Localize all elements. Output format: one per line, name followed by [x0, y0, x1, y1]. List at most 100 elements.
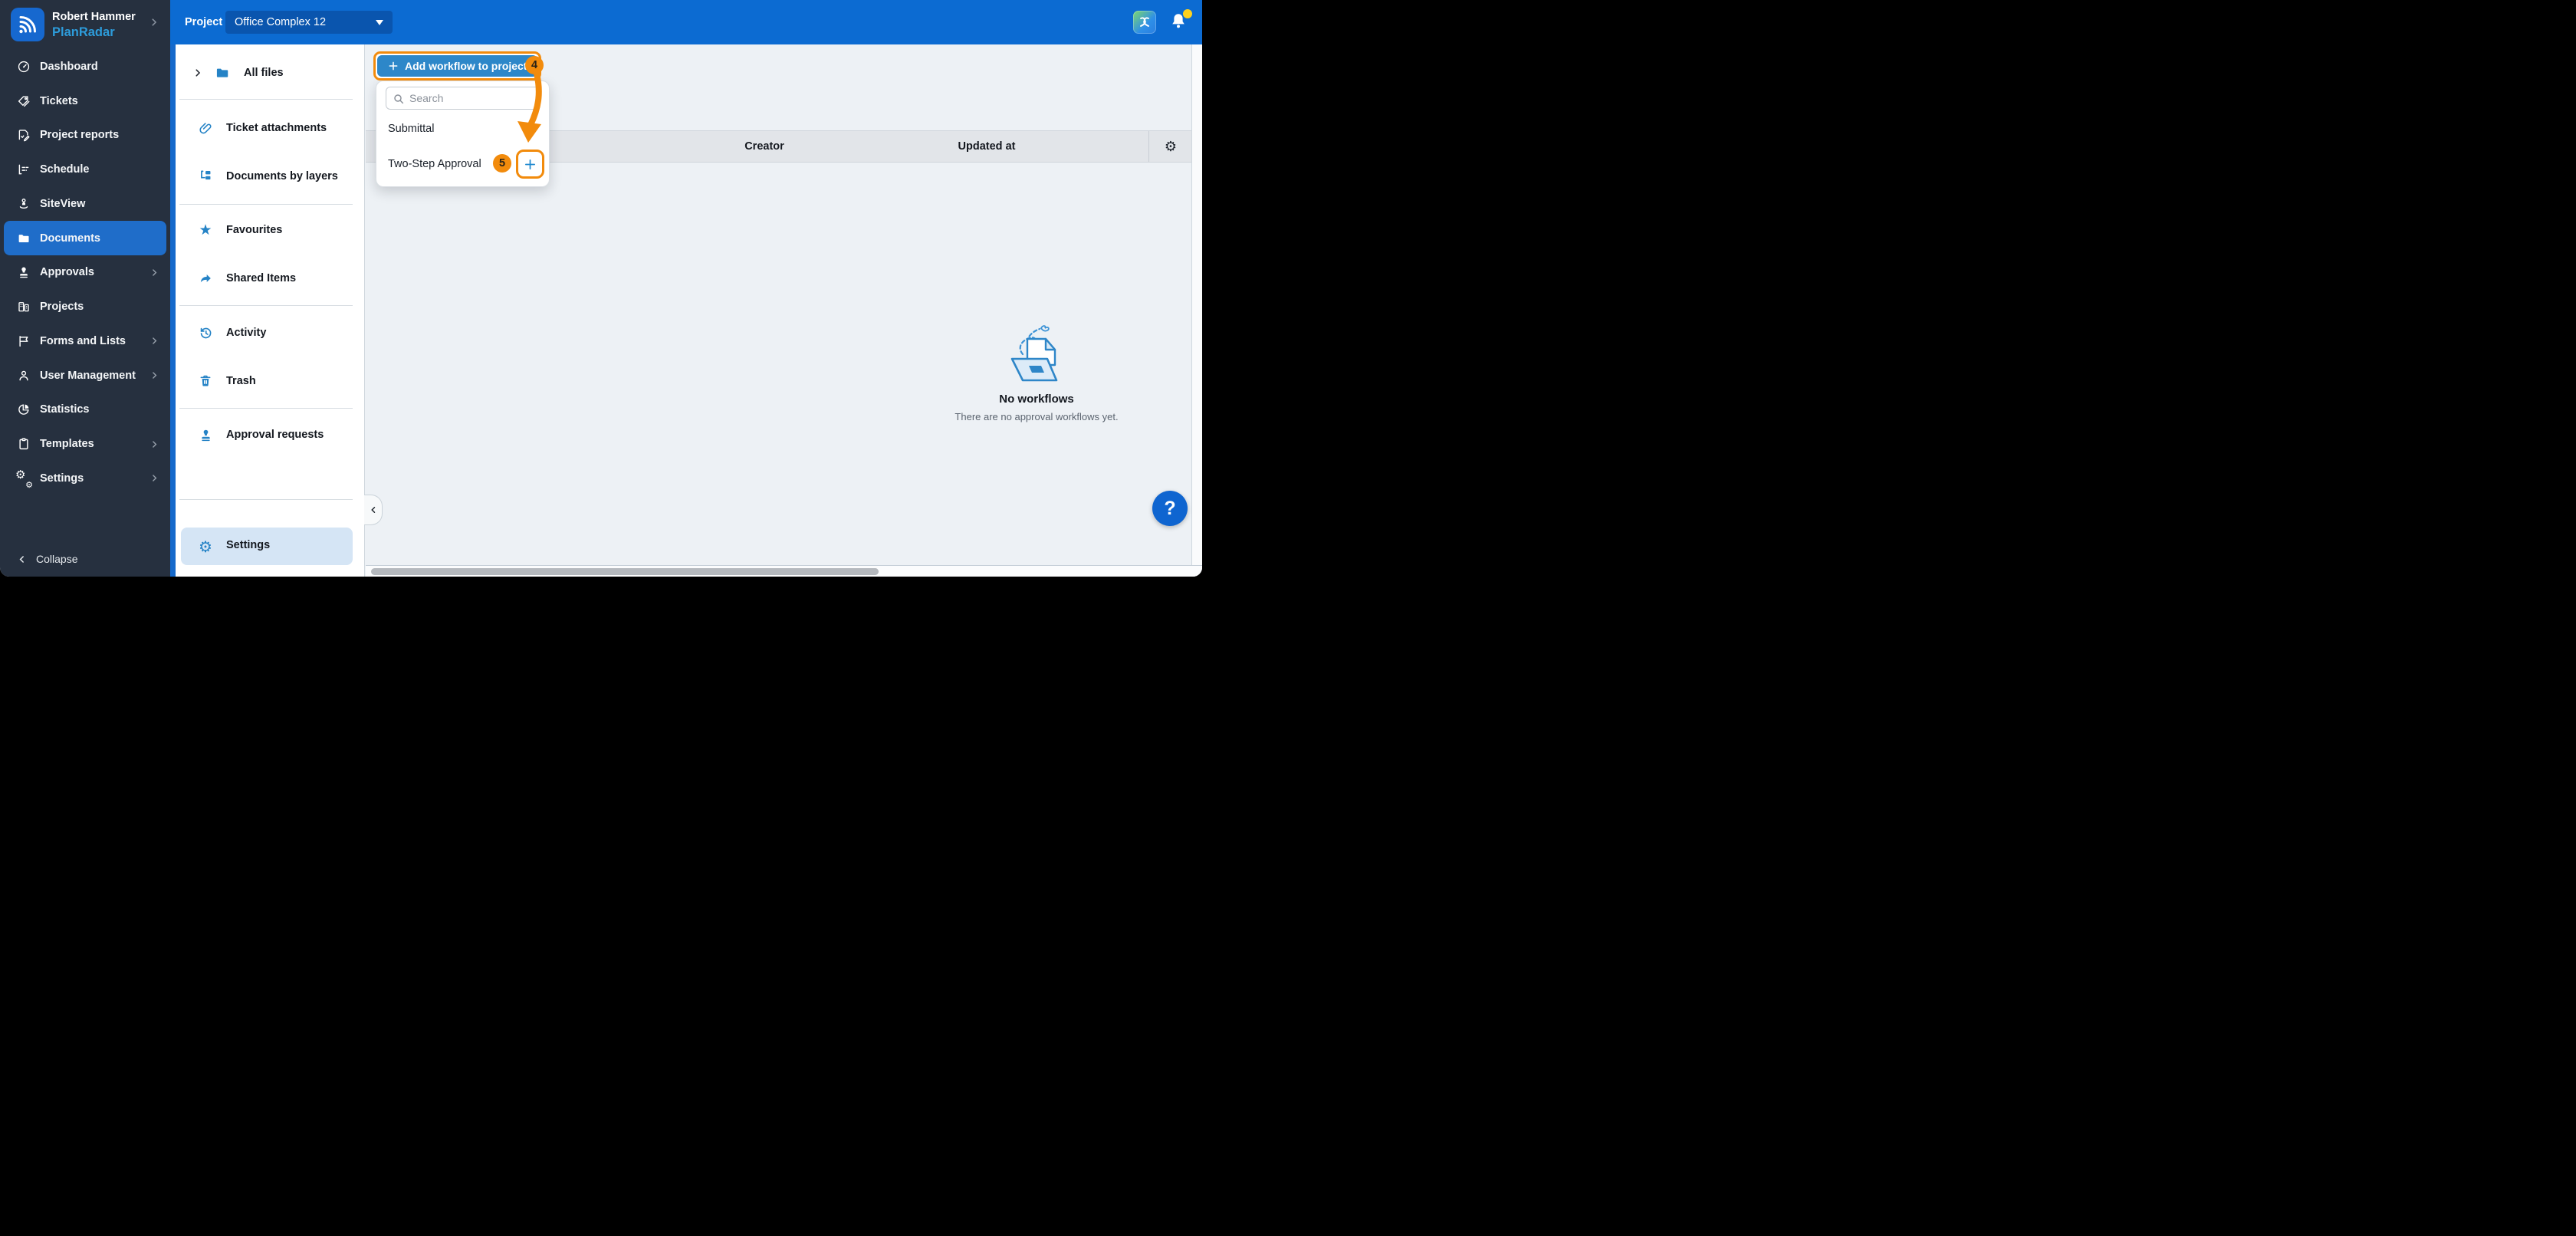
workflow-option-submittal[interactable]: Submittal: [376, 114, 549, 143]
topbar: Project Office Complex 12: [170, 0, 1202, 44]
sidebar-accent-stripe: [170, 44, 176, 577]
help-button[interactable]: ?: [1152, 491, 1188, 526]
chevron-right-icon: [150, 370, 159, 380]
empty-state: No workflows There are no approval workf…: [922, 322, 1152, 422]
sidebar-item-user-management[interactable]: User Management: [0, 358, 170, 393]
notification-dot: [1183, 9, 1192, 18]
notifications-button[interactable]: [1169, 9, 1192, 33]
sidebar-item-schedule[interactable]: Schedule: [0, 153, 170, 187]
account-switcher[interactable]: Robert Hammer PlanRadar: [0, 0, 170, 49]
panel-item-activity[interactable]: Activity: [176, 318, 364, 347]
report-icon: [17, 128, 31, 142]
panel-item-ticket-attachments[interactable]: Ticket attachments: [176, 113, 364, 143]
tutorial-step-badge-5: 5: [493, 154, 511, 173]
panel-item-favourites[interactable]: ★ Favourites: [176, 215, 364, 245]
add-workflow-label: Add workflow to project: [405, 60, 527, 72]
pie-chart-icon: [17, 403, 31, 416]
connect-icon: [1138, 15, 1152, 29]
sidebar-item-approvals[interactable]: Approvals: [0, 255, 170, 290]
chevron-left-icon: [370, 507, 375, 513]
horizontal-scrollbar[interactable]: [366, 565, 1202, 577]
sidebar-item-statistics[interactable]: Statistics: [0, 393, 170, 427]
siteview-icon: [17, 197, 31, 211]
user-icon: [17, 369, 31, 383]
chevron-right-icon: [149, 17, 159, 28]
documents-panel: All files Ticket attachments Documents b…: [176, 44, 365, 577]
folder-icon: [215, 65, 230, 81]
buildings-icon: [17, 300, 31, 314]
workflow-search[interactable]: [386, 87, 540, 110]
gantt-icon: [17, 163, 31, 176]
empty-state-subtitle: There are no approval workflows yet.: [955, 411, 1119, 422]
sidebar-item-documents[interactable]: Documents: [4, 221, 166, 255]
sidebar-collapse-button[interactable]: Collapse: [0, 546, 170, 572]
sidebar-item-project-reports[interactable]: Project reports: [0, 118, 170, 153]
empty-folder-illustration: [1010, 325, 1058, 382]
chevron-right-icon: [150, 336, 159, 346]
sidebar-item-forms-and-lists[interactable]: Forms and Lists: [0, 324, 170, 359]
project-select-value: Office Complex 12: [235, 16, 327, 28]
column-divider: [1148, 131, 1149, 162]
gears-icon: ⚙ ⚙: [15, 468, 33, 490]
panel-item-shared-items[interactable]: Shared Items: [176, 264, 364, 293]
sidebar-item-projects[interactable]: Projects: [0, 290, 170, 324]
panel-item-documents-by-layers[interactable]: Documents by layers: [176, 162, 364, 191]
collapse-label: Collapse: [36, 553, 78, 565]
account-user-name: Robert Hammer: [52, 11, 136, 23]
stamp-icon: [198, 427, 213, 442]
planradar-logo: [11, 8, 44, 41]
chevron-right-icon: [150, 439, 159, 449]
folder-icon: [17, 232, 31, 245]
sidebar-item-dashboard[interactable]: Dashboard: [0, 50, 170, 84]
stamp-icon: [17, 265, 31, 279]
plus-icon: [389, 61, 398, 71]
paperclip-icon: [198, 120, 213, 136]
tutorial-highlight-add-two-step: [516, 150, 544, 179]
workflows-content: Creator Updated at ⚙ No workflows There …: [366, 44, 1202, 577]
column-header-updated-at[interactable]: Updated at: [958, 131, 1016, 162]
horizontal-scrollbar-thumb[interactable]: [371, 568, 879, 575]
divider: [179, 305, 353, 306]
add-two-step-plus-icon[interactable]: [524, 158, 537, 171]
divider: [179, 499, 353, 500]
panel-item-all-files[interactable]: All files: [176, 58, 364, 87]
vertical-scrollbar-gutter[interactable]: [1191, 44, 1202, 565]
panel-collapse-button[interactable]: [364, 495, 383, 525]
flag-icon: [17, 334, 31, 348]
project-select[interactable]: Office Complex 12: [225, 11, 393, 34]
sidebar-item-tickets[interactable]: Tickets: [0, 84, 170, 118]
star-icon: ★: [199, 222, 212, 238]
trash-icon: [198, 373, 213, 389]
project-label: Project: [185, 16, 223, 28]
table-settings-gear-icon[interactable]: ⚙: [1157, 131, 1184, 162]
sidebar-item-siteview[interactable]: SiteView: [0, 187, 170, 222]
chevron-right-icon: [150, 268, 159, 278]
gear-icon: ⚙: [199, 539, 212, 556]
divider: [179, 204, 353, 205]
tutorial-step-badge-4: 4: [525, 56, 544, 74]
workflow-search-input[interactable]: [409, 88, 536, 108]
workflow-dropdown: Submittal Two-Step Approval 5: [376, 81, 550, 187]
panel-item-approval-requests[interactable]: Approval requests: [176, 420, 364, 449]
ticket-tag-icon: [17, 94, 31, 108]
dashboard-icon: [17, 60, 31, 74]
divider: [179, 408, 353, 409]
layers-tree-icon: [198, 169, 213, 184]
connect-apps-button[interactable]: [1133, 11, 1156, 34]
chevron-right-icon: [150, 473, 159, 483]
sidebar-item-templates[interactable]: Templates: [0, 427, 170, 462]
add-workflow-button[interactable]: Add workflow to project: [377, 55, 538, 77]
chevron-left-icon: [19, 555, 24, 563]
search-icon: [394, 94, 404, 104]
panel-item-settings[interactable]: ⚙ Settings: [181, 528, 353, 565]
chevron-down-icon: [376, 19, 383, 25]
sidebar-item-settings[interactable]: ⚙ ⚙ Settings: [0, 462, 170, 496]
planradar-app: Project Office Complex 12 Robert Hammer …: [0, 0, 1202, 577]
clipboard-icon: [17, 437, 31, 451]
expand-chevron-icon[interactable]: [192, 67, 203, 78]
tutorial-highlight-add-workflow: Add workflow to project: [373, 51, 542, 81]
divider: [179, 99, 353, 100]
add-submittal-plus-icon[interactable]: [523, 122, 536, 135]
column-header-creator[interactable]: Creator: [744, 131, 784, 162]
panel-item-trash[interactable]: Trash: [176, 367, 364, 396]
